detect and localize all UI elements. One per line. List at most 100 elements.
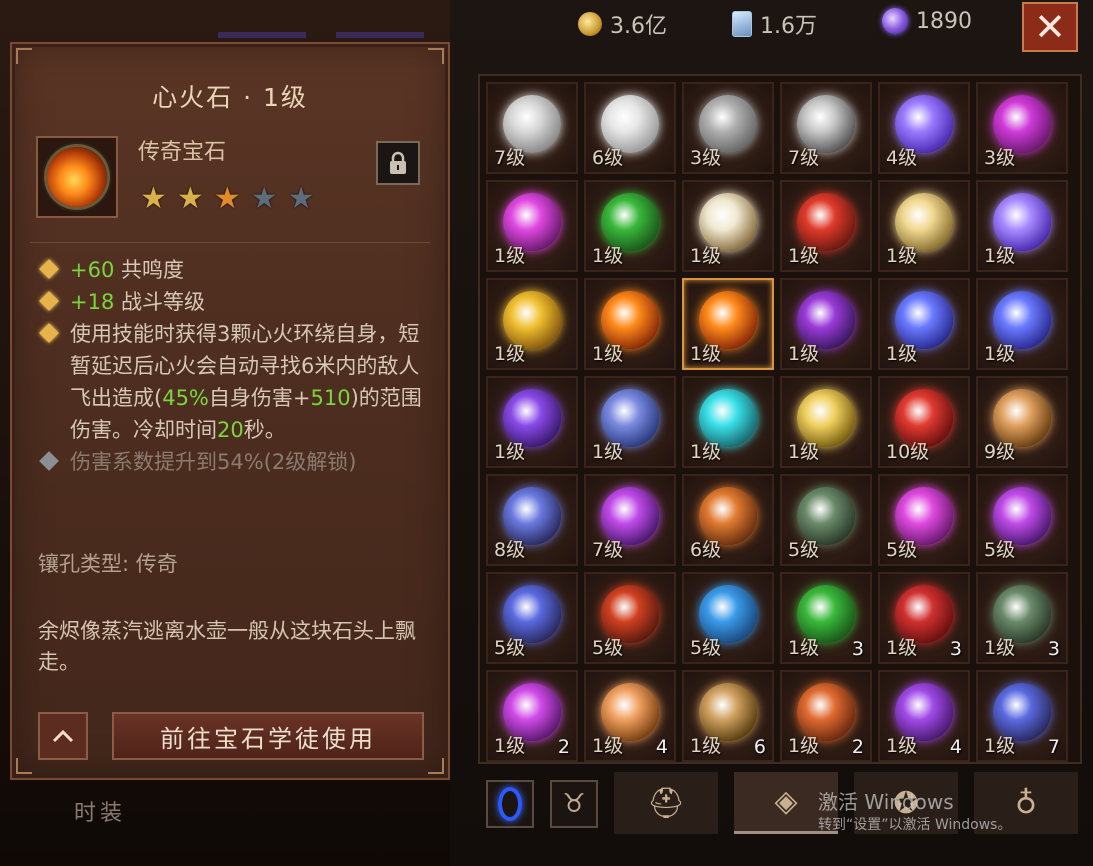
gem-slot[interactable]: 5级 [976, 474, 1068, 566]
gem-slot[interactable]: 1级 [682, 376, 774, 468]
gem-slot[interactable]: 10级 [878, 376, 970, 468]
effect-resonance: +60 共鸣度 [38, 254, 438, 286]
gem-level-label: 1级 [592, 735, 624, 757]
lock-button[interactable] [376, 141, 420, 185]
star-empty-icon: ★ [287, 181, 315, 216]
gem-slot[interactable]: 1级 4 [878, 670, 970, 762]
tooltip-divider [30, 242, 430, 243]
gem-slot[interactable]: 3级 [976, 82, 1068, 174]
gem-count-label: 4 [655, 736, 668, 758]
effect-description: 使用技能时获得3颗心火环绕自身，短暂延迟后心火会自动寻找6米内的敌人飞出造成(4… [38, 318, 438, 446]
currency-platinum: 1.6万 [732, 8, 817, 40]
diamond-bullet-icon [39, 259, 59, 279]
gem-level-label: 1级 [494, 343, 526, 365]
gem-slot[interactable]: 5级 [682, 572, 774, 664]
gem-level-label: 1级 [984, 343, 1016, 365]
gem-level-label: 1级 [886, 735, 918, 757]
helmet-icon: ⛑ [646, 785, 686, 821]
gem-level-label: 1级 [788, 343, 820, 365]
gem-level-label: 1级 [592, 441, 624, 463]
gem-count-label: 4 [949, 736, 962, 758]
gem-slot[interactable]: 1级 [486, 278, 578, 370]
gem-slot[interactable]: 1级 2 [780, 670, 872, 762]
gem-level-label: 1级 [494, 245, 526, 267]
gem-rarity: 传奇宝石 [138, 140, 227, 165]
gem-slot[interactable]: 6级 [584, 82, 676, 174]
gem-level-label: 6级 [592, 147, 624, 169]
gem-count-label: 2 [557, 736, 570, 758]
gem-slot[interactable]: 4级 [878, 82, 970, 174]
gem-effects: +60 共鸣度 +18 战斗等级 使用技能时获得3颗心火环绕自身，短暂延迟后心火… [38, 254, 438, 478]
effect-locked-upgrade: 伤害系数提升到54%(2级解锁) [38, 446, 438, 478]
gem-slot[interactable]: 1级 [780, 278, 872, 370]
gem-slot[interactable]: 1级 3 [976, 572, 1068, 664]
gem-slot[interactable]: 1级 [584, 180, 676, 272]
gem-tooltip: 心火石 · 1级 传奇宝石 ★ ★ ★ ★ ★ +60 共鸣度 +18 战斗等级… [10, 42, 450, 780]
gem-slot[interactable]: 6级 [682, 474, 774, 566]
fashion-tab[interactable]: 时装 [0, 786, 200, 836]
close-button[interactable]: ✕ [1022, 2, 1078, 52]
chevron-up-icon [52, 729, 74, 743]
gem-slot[interactable]: 9级 [976, 376, 1068, 468]
gem-slot[interactable]: 1级 [976, 278, 1068, 370]
gem-slot[interactable]: 1级 2 [486, 670, 578, 762]
gem-slot[interactable]: 1级 7 [976, 670, 1068, 762]
gem-level-label: 3级 [690, 147, 722, 169]
gem-slot[interactable]: 1级 [486, 376, 578, 468]
gem-slot[interactable]: 1级 6 [682, 670, 774, 762]
gem-slot[interactable]: 1级 [780, 376, 872, 468]
gold-coin-icon [578, 12, 602, 36]
gem-slot[interactable]: 1级 [976, 180, 1068, 272]
gem-count-label: 6 [753, 736, 766, 758]
gem-level-label: 5级 [494, 637, 526, 659]
gem-slot[interactable]: 5级 [584, 572, 676, 664]
lock-icon [390, 151, 406, 174]
gem-slot[interactable]: 5级 [486, 572, 578, 664]
tab-sapphire[interactable] [486, 780, 534, 828]
gem-slot[interactable]: 7级 [780, 82, 872, 174]
gem-slot[interactable]: 1级 [486, 180, 578, 272]
flavor-text: 余烬像蒸汽逃离水壶一般从这块石头上飘走。 [38, 619, 416, 674]
gem-level-label: 1级 [788, 735, 820, 757]
gem-level-label: 7级 [788, 147, 820, 169]
gem-slot[interactable]: 1级 [878, 180, 970, 272]
gem-slot[interactable]: 5级 [780, 474, 872, 566]
gem-level-label: 1级 [690, 441, 722, 463]
diamond-bullet-icon [39, 291, 59, 311]
star-icon: ★ [140, 181, 167, 216]
tab-helmet[interactable]: ⛑ [614, 772, 718, 834]
gem-slot[interactable]: 1级 [682, 278, 774, 370]
gem-slot[interactable]: 5级 [878, 474, 970, 566]
tab-demon[interactable]: ♉ [550, 780, 598, 828]
goto-gem-apprentice-button[interactable]: 前往宝石学徒使用 [112, 712, 424, 760]
collapse-button[interactable] [38, 712, 88, 760]
gem-title: 心火石 · 1级 [152, 83, 308, 112]
gem-level-label: 8级 [494, 539, 526, 561]
gem-level-label: 1级 [494, 441, 526, 463]
gem-slot[interactable]: 1级 3 [780, 572, 872, 664]
gem-portrait [36, 136, 118, 218]
gem-level-label: 1级 [984, 637, 1016, 659]
gem-slot[interactable]: 1级 [682, 180, 774, 272]
gem-level-label: 3级 [984, 147, 1016, 169]
activation-watermark-subtitle: 转到“设置”以激活 Windows。 [818, 817, 1012, 833]
gem-slot[interactable]: 1级 [584, 278, 676, 370]
gem-slot[interactable]: 1级 3 [878, 572, 970, 664]
top-decoration-right [336, 32, 424, 38]
gem-slot[interactable]: 7级 [486, 82, 578, 174]
gem-level-label: 5级 [886, 539, 918, 561]
heartfire-gem-icon [47, 147, 107, 207]
sapphire-icon [498, 787, 522, 821]
gem-slot[interactable]: 1级 4 [584, 670, 676, 762]
eternal-orb-icon [882, 8, 908, 34]
gem-slot[interactable]: 3级 [682, 82, 774, 174]
gem-level-label: 1级 [494, 735, 526, 757]
gem-slot[interactable]: 7级 [584, 474, 676, 566]
gem-level-label: 7级 [494, 147, 526, 169]
gem-slot[interactable]: 8级 [486, 474, 578, 566]
gem-slot[interactable]: 1级 [584, 376, 676, 468]
diamond-bullet-icon [39, 451, 59, 471]
gem-inventory-grid: 7级 6级 3级 7级 4级 3级 1级 1级 1级 1级 1级 1级 1级 1级 1级 1级 1级 1级 1级 1级… [486, 82, 1068, 762]
gem-slot[interactable]: 1级 [780, 180, 872, 272]
gem-slot[interactable]: 1级 [878, 278, 970, 370]
